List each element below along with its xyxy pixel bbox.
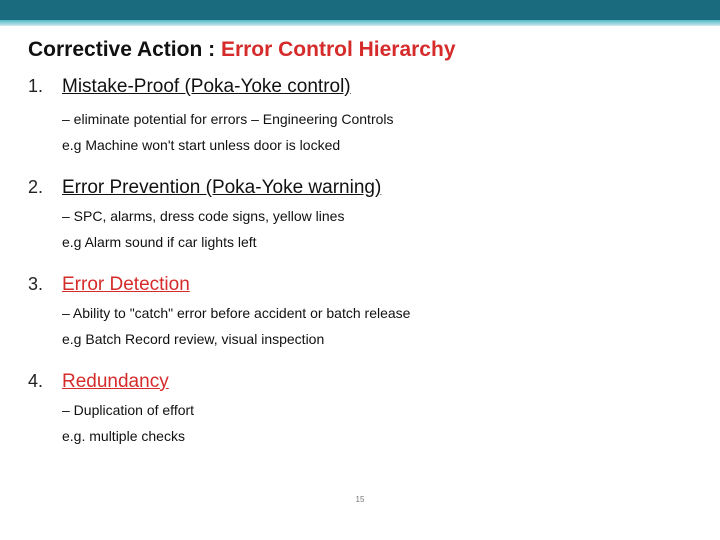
list-item: Mistake-Proof (Poka-Yoke control) – elim… — [28, 76, 692, 153]
item-heading: Error Detection — [62, 274, 190, 296]
slide-content: Corrective Action : Error Control Hierar… — [0, 20, 720, 478]
title-part-black: Corrective Action : — [28, 38, 221, 61]
item-heading: Error Prevention (Poka-Yoke warning) — [62, 177, 381, 199]
item-example: e.g Machine won't start unless door is l… — [62, 137, 692, 153]
item-example: e.g. multiple checks — [62, 428, 692, 444]
item-heading: Redundancy — [62, 371, 169, 393]
item-description: – eliminate potential for errors – Engin… — [62, 110, 692, 129]
title-part-red: Error Control Hierarchy — [221, 38, 456, 61]
item-description: – SPC, alarms, dress code signs, yellow … — [62, 207, 692, 226]
list-item: Error Prevention (Poka-Yoke warning) – S… — [28, 177, 692, 250]
item-example: e.g Alarm sound if car lights left — [62, 234, 692, 250]
list-item: Error Detection – Ability to "catch" err… — [28, 274, 692, 347]
item-description: – Ability to "catch" error before accide… — [62, 304, 692, 323]
page-number: 15 — [356, 495, 365, 504]
item-description: – Duplication of effort — [62, 401, 692, 420]
slide-title: Corrective Action : Error Control Hierar… — [28, 38, 692, 62]
item-example: e.g Batch Record review, visual inspecti… — [62, 331, 692, 347]
item-heading: Mistake-Proof (Poka-Yoke control) — [62, 76, 351, 98]
list-item: Redundancy – Duplication of effort e.g. … — [28, 371, 692, 444]
hierarchy-list: Mistake-Proof (Poka-Yoke control) – elim… — [28, 76, 692, 444]
top-accent-bar — [0, 0, 720, 20]
